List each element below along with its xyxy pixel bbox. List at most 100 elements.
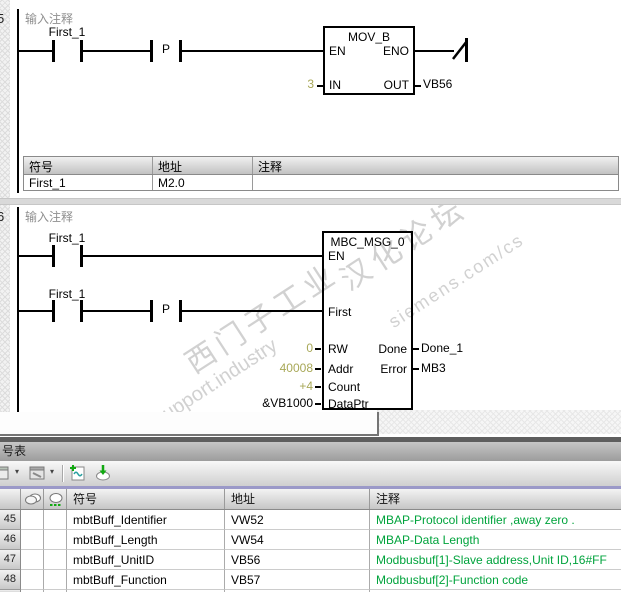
wire: [19, 50, 52, 52]
pin-en: EN: [328, 249, 345, 263]
wire: [83, 50, 150, 52]
page-boundary-area: [377, 410, 621, 434]
cell-address[interactable]: VW52: [225, 510, 370, 530]
overlapping-symbols-column-icon[interactable]: [21, 489, 44, 509]
operand-rw-value[interactable]: 0: [225, 341, 313, 355]
new-symbol-table-icon[interactable]: [69, 464, 86, 481]
pin-eno: ENO: [382, 44, 409, 58]
cell-address[interactable]: M2.0: [153, 175, 253, 190]
pin-tick: [315, 386, 321, 388]
network-number: 5: [0, 11, 5, 26]
symbol-table-toolbar: ▾ ▾: [0, 461, 621, 486]
table-row: 45 mbtBuff_Identifier VW52 MBAP-Protocol…: [0, 510, 621, 530]
cell-flag[interactable]: [44, 550, 67, 570]
cell-comment[interactable]: MBAP-Protocol identifier ,away zero .: [370, 510, 621, 530]
row-select-corner[interactable]: [0, 489, 21, 509]
cell-comment[interactable]: Modbusbuf[2]-Function code: [370, 570, 621, 590]
operand-count-value[interactable]: +4: [225, 379, 313, 393]
wire: [19, 310, 52, 312]
edge-contact-label[interactable]: P: [153, 302, 179, 316]
mov-b-instruction-box[interactable]: MOV_B EN ENO IN OUT: [323, 26, 415, 95]
network-separator: [0, 198, 621, 205]
symbol-usage-column-icon[interactable]: [44, 489, 67, 509]
wire: [182, 50, 323, 52]
contact-label[interactable]: First_1: [38, 25, 96, 39]
table-row: 46 mbtBuff_Length VW54 MBAP-Data Length: [0, 530, 621, 550]
contact-bar[interactable]: [52, 40, 55, 62]
contact-bar[interactable]: [52, 300, 55, 322]
wire: [83, 255, 322, 257]
pin-dataptr: DataPtr: [328, 397, 369, 411]
cell-flag[interactable]: [44, 570, 67, 590]
microwin-window: 汉化论坛 siemens.com/cs 西门子工业 support.indust…: [0, 0, 621, 592]
cell-comment[interactable]: [253, 175, 618, 190]
network-comment[interactable]: 输入注释: [25, 208, 73, 225]
cell-flag[interactable]: [44, 530, 67, 550]
table-row: 48 mbtBuff_Function VB57 Modbusbuf[2]-Fu…: [0, 570, 621, 590]
operand-dataptr-value[interactable]: &VB1000: [225, 396, 313, 410]
editor-page-corner: [0, 412, 379, 436]
cell-comment[interactable]: MBAP-Data Length: [370, 530, 621, 550]
cell-symbol[interactable]: mbtBuff_Length: [67, 530, 225, 550]
contact-label[interactable]: First_1: [38, 287, 96, 301]
pin-rw: RW: [328, 342, 348, 356]
wire: [415, 50, 454, 52]
operand-error-value[interactable]: MB3: [421, 361, 446, 375]
cell-flag[interactable]: [21, 530, 44, 550]
box-title: MBC_MSG_0: [330, 235, 405, 249]
network-symbol-info-table: 符号 地址 注释 First_1 M2.0: [23, 156, 619, 191]
operand-in-value[interactable]: 3: [296, 77, 314, 91]
pin-tick: [413, 368, 419, 370]
pin-done: Done: [378, 342, 407, 356]
pin-out: OUT: [383, 78, 409, 92]
dropdown-arrow-icon[interactable]: ▾: [15, 467, 19, 476]
pin-count: Count: [328, 380, 361, 394]
row-number[interactable]: 46: [0, 530, 21, 550]
wire: [19, 255, 52, 257]
contact-label[interactable]: First_1: [38, 231, 96, 245]
cell-address[interactable]: VB56: [225, 550, 370, 570]
col-header-address[interactable]: 地址: [225, 489, 370, 509]
symbol-table-panel-title[interactable]: 号表: [0, 442, 621, 461]
operand-out-value[interactable]: VB56: [423, 77, 452, 91]
box-title: MOV_B: [347, 30, 390, 44]
row-number[interactable]: 48: [0, 570, 21, 590]
paste-table-icon[interactable]: [29, 465, 46, 482]
pin-in: IN: [329, 78, 341, 92]
table-window-icon[interactable]: [0, 465, 10, 482]
row-number[interactable]: 45: [0, 510, 21, 530]
edge-contact-label[interactable]: P: [153, 42, 179, 56]
network-number: 6: [0, 209, 5, 224]
operand-done-value[interactable]: Done_1: [421, 341, 463, 355]
cell-flag[interactable]: [21, 510, 44, 530]
pin-tick: [317, 85, 323, 87]
pin-en: EN: [329, 44, 346, 58]
contact-bar[interactable]: [52, 245, 55, 267]
symbol-table-header: 符号 地址 注释: [0, 489, 621, 510]
cell-comment[interactable]: Modbusbuf[1]-Slave address,Unit ID,16#FF: [370, 550, 621, 570]
insert-row-icon[interactable]: [94, 464, 111, 481]
cell-address[interactable]: VB57: [225, 570, 370, 590]
col-header-comment[interactable]: 注释: [370, 489, 621, 509]
cell-flag[interactable]: [21, 550, 44, 570]
power-rail: [17, 9, 19, 193]
cell-flag[interactable]: [44, 510, 67, 530]
cell-symbol[interactable]: mbtBuff_Function: [67, 570, 225, 590]
pin-tick: [415, 85, 421, 87]
cell-symbol[interactable]: mbtBuff_Identifier: [67, 510, 225, 530]
col-header-symbol: 符号: [24, 157, 153, 174]
operand-addr-value[interactable]: 40008: [225, 361, 313, 375]
mbc-msg-instruction-box[interactable]: MBC_MSG_0 EN First RW Addr Count DataPtr…: [322, 231, 413, 411]
cell-flag[interactable]: [21, 570, 44, 590]
cell-address[interactable]: VW54: [225, 530, 370, 550]
row-number[interactable]: 47: [0, 550, 21, 570]
col-header-symbol[interactable]: 符号: [67, 489, 225, 509]
col-header-comment: 注释: [258, 160, 283, 174]
wire: [83, 310, 150, 312]
cell-symbol[interactable]: mbtBuff_UnitID: [67, 550, 225, 570]
table-row: 47 mbtBuff_UnitID VB56 Modbusbuf[1]-Slav…: [0, 550, 621, 570]
dropdown-arrow-icon[interactable]: ▾: [50, 467, 54, 476]
toolbar-separator: [62, 465, 64, 482]
pin-tick: [315, 403, 321, 405]
cell-symbol[interactable]: First_1: [24, 175, 153, 190]
